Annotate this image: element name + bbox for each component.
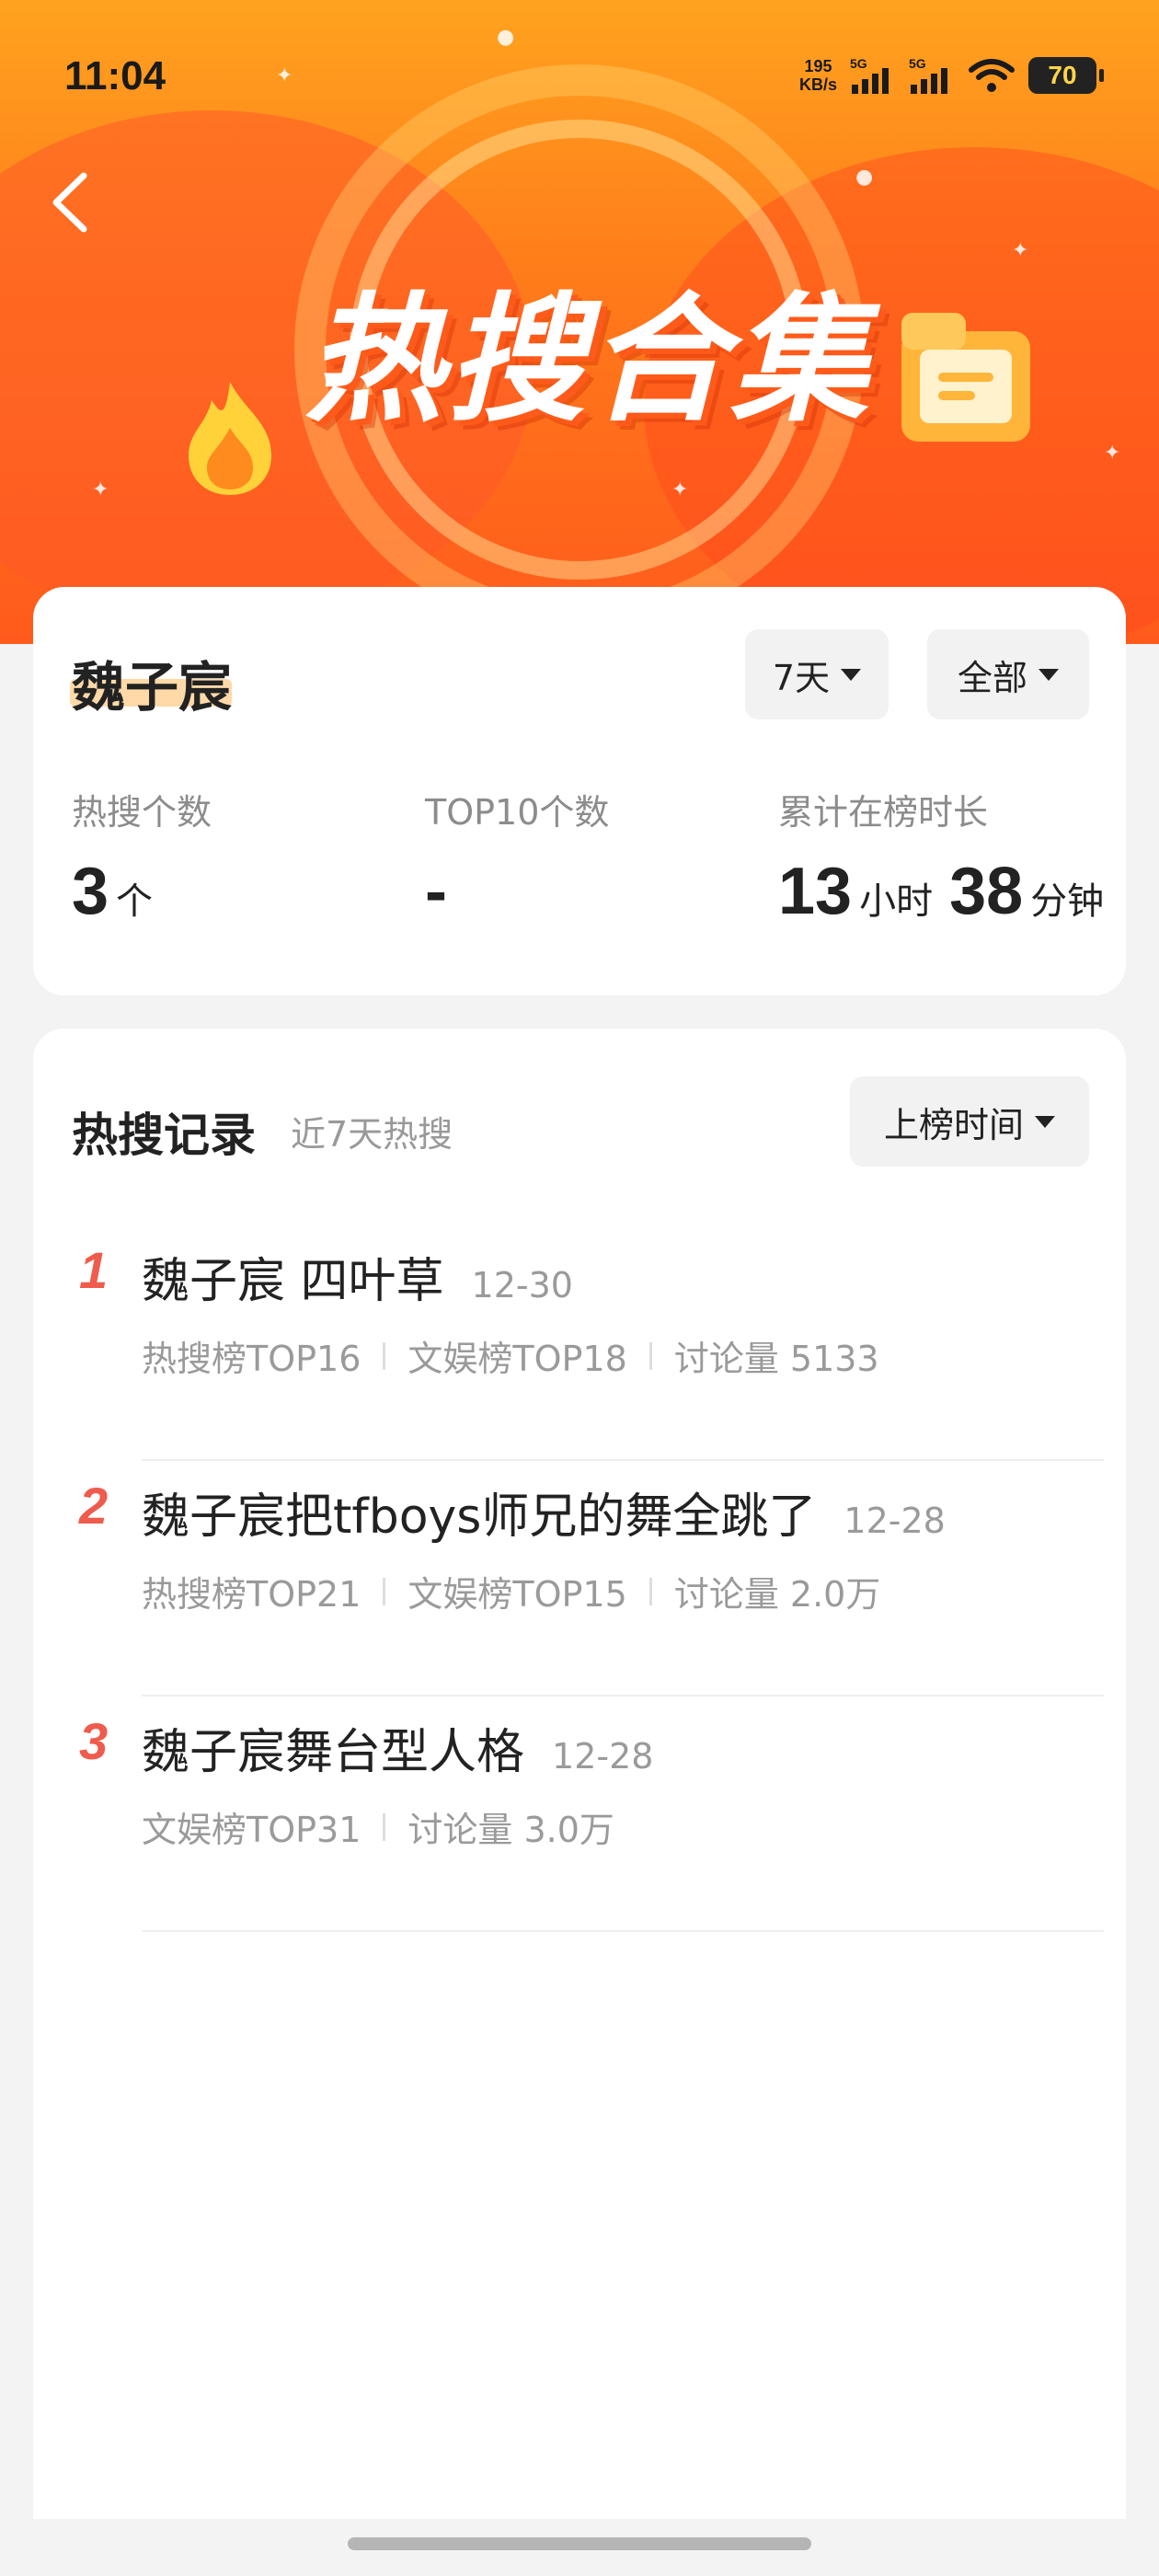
- sparkle-icon: ●: [855, 166, 874, 189]
- summary-card: 魏子宸 7天 全部 热搜个数 TOP10个数 累计在榜时长 3 个 - 13 小…: [33, 587, 1126, 995]
- record-item[interactable]: 3 魏子宸舞台型人格 12-28 文娱榜TOP31 讨论量 3.0万: [33, 1702, 1126, 1938]
- svg-text:5G: 5G: [850, 56, 867, 71]
- stat-value-top10-count: -: [425, 855, 447, 928]
- record-item[interactable]: 1 魏子宸 四叶草 12-30 热搜榜TOP16 文娱榜TOP18 讨论量 513…: [33, 1231, 1126, 1466]
- row-divider: [142, 1695, 1104, 1696]
- sparkle-icon: ✦: [1104, 442, 1121, 465]
- stat-label-total-duration: 累计在榜时长: [778, 792, 989, 833]
- section-subtitle: 近7天热搜: [291, 1114, 453, 1155]
- stat-label-top10-count: TOP10个数: [425, 792, 610, 833]
- home-indicator[interactable]: [348, 2537, 811, 2550]
- sparkle-icon: ✦: [1012, 239, 1029, 262]
- network-speed: 195 KB/s: [798, 57, 837, 94]
- record-date: 12-28: [843, 1501, 946, 1541]
- svg-text:5G: 5G: [909, 56, 926, 71]
- status-time: 11:04: [64, 53, 166, 98]
- person-name: 魏子宸: [72, 656, 233, 719]
- rank-number: 3: [79, 1712, 109, 1770]
- record-item[interactable]: 2 魏子宸把tfboys师兄的舞全跳了 12-28 热搜榜TOP21 文娱榜TOP…: [33, 1466, 1126, 1702]
- sparkle-icon: ✦: [92, 478, 109, 501]
- divider: [648, 1341, 652, 1370]
- wifi-icon: [969, 59, 1015, 92]
- section-title: 热搜记录: [72, 1109, 256, 1162]
- sparkle-icon: ✦: [671, 478, 689, 501]
- period-filter-button[interactable]: 7天: [745, 629, 889, 719]
- stat-value-total-duration: 13 小时 38 分钟: [778, 855, 1105, 928]
- divider: [383, 1341, 386, 1370]
- chevron-left-icon: [52, 172, 87, 233]
- status-icons: 195 KB/s 5G 5G 70: [798, 52, 1104, 99]
- divider: [648, 1577, 652, 1605]
- record-meta: 热搜榜TOP21 文娱榜TOP15 讨论量 2.0万: [142, 1574, 881, 1615]
- record-title: 魏子宸把tfboys师兄的舞全跳了 12-28: [142, 1489, 946, 1545]
- hero-banner: ✦ ● ● ✦ ✦ ✦ ✦ 热搜合集 11:04 195 KB/s 5G 5G: [0, 0, 1159, 644]
- battery-indicator: 70: [1028, 57, 1104, 94]
- sort-button[interactable]: 上榜时间: [850, 1076, 1089, 1167]
- cellular-signal-icon: 5G: [850, 56, 889, 94]
- row-divider: [142, 1930, 1104, 1932]
- record-date: 12-30: [471, 1265, 573, 1305]
- record-meta: 热搜榜TOP16 文娱榜TOP18 讨论量 5133: [142, 1339, 879, 1379]
- cellular-signal-icon: 5G: [909, 56, 947, 94]
- stat-label-hot-count: 热搜个数: [72, 792, 212, 833]
- divider: [383, 1812, 386, 1841]
- record-title: 魏子宸舞台型人格 12-28: [142, 1725, 654, 1780]
- caret-down-icon: [1035, 1115, 1055, 1128]
- record-date: 12-28: [552, 1736, 654, 1777]
- rank-number: 1: [79, 1241, 109, 1299]
- record-meta: 文娱榜TOP31 讨论量 3.0万: [142, 1810, 614, 1850]
- records-card: 热搜记录 近7天热搜 上榜时间 1 魏子宸 四叶草 12-30 热搜榜TOP16 …: [33, 1029, 1126, 2519]
- folder-icon: [901, 313, 1030, 442]
- row-divider: [142, 1459, 1104, 1461]
- rank-number: 2: [79, 1477, 109, 1535]
- scope-filter-button[interactable]: 全部: [927, 629, 1089, 719]
- banner-title: 热搜合集: [304, 281, 872, 441]
- caret-down-icon: [1039, 668, 1059, 681]
- caret-down-icon: [841, 668, 862, 681]
- sparkle-icon: ●: [497, 26, 515, 49]
- sparkle-icon: ✦: [276, 64, 293, 87]
- record-title: 魏子宸 四叶草 12-30: [142, 1254, 573, 1309]
- stat-value-hot-count: 3 个: [72, 855, 154, 928]
- back-button[interactable]: [37, 166, 101, 239]
- divider: [383, 1577, 386, 1605]
